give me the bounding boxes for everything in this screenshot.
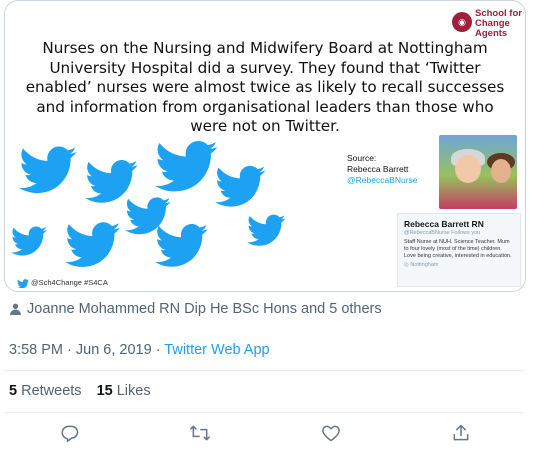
twitter-birds-illustration — [11, 140, 286, 267]
twitter-bird-icon — [17, 279, 29, 289]
tweet-timestamp: 3:58 PM · Jun 6, 2019 · Twitter Web App — [9, 342, 270, 358]
retweet-icon — [190, 425, 210, 441]
source-credit: Source: Rebecca Barrett @RebeccaBNurse — [347, 153, 437, 186]
tweet-image-card[interactable]: ◉ School for Change Agents Nurses on the… — [4, 0, 526, 292]
profile-location-text: Nottingham — [410, 262, 439, 268]
engagement-stats: 5 Retweets 15 Likes — [9, 383, 151, 399]
divider — [4, 412, 524, 413]
source-handle: @RebeccaBNurse — [347, 175, 418, 185]
profile-handle: @RebeccaBNurse Follows you — [404, 230, 481, 236]
slide-footer-tag: @Sch4Change #S4CA — [17, 278, 108, 289]
reply-button[interactable] — [58, 421, 82, 445]
logo-text: School for Change Agents — [475, 8, 522, 39]
profile-card: Rebecca Barrett RN @RebeccaBNurse Follow… — [397, 213, 521, 287]
liked-by-row[interactable]: Joanne Mohammed RN Dip He BSc Hons and 5… — [9, 301, 382, 317]
likes-count: 15 — [96, 383, 113, 399]
retweets-label: Retweets — [21, 383, 82, 399]
liked-by-text: Joanne Mohammed RN Dip He BSc Hons and 5… — [27, 301, 382, 317]
like-icon — [322, 425, 340, 442]
profile-location: ◎ Nottingham — [404, 262, 439, 268]
source-name: Rebecca Barrett — [347, 164, 409, 174]
photo-person2-face — [491, 159, 511, 183]
source-label: Source: — [347, 153, 377, 163]
profile-name: Rebecca Barrett RN — [404, 219, 484, 229]
share-icon — [453, 424, 469, 441]
school-for-change-agents-logo: ◉ School for Change Agents — [452, 9, 522, 41]
logo-emblem-icon: ◉ — [452, 12, 472, 32]
slide-headline: Nurses on the Nursing and Midwifery Boar… — [25, 39, 505, 136]
profile-photo — [439, 135, 517, 209]
like-button[interactable] — [319, 421, 343, 445]
retweet-button[interactable] — [188, 421, 212, 445]
timestamp-text[interactable]: 3:58 PM · Jun 6, 2019 · — [9, 342, 164, 358]
profile-bio: Staff Nurse at NUH. Science Teacher. Mum… — [404, 239, 512, 259]
footer-tag-text: @Sch4Change #S4CA — [31, 278, 108, 287]
divider — [4, 370, 524, 371]
retweets-count: 5 — [9, 383, 18, 399]
likes-stat[interactable]: 15 Likes — [97, 383, 151, 399]
share-button[interactable] — [449, 421, 473, 445]
person-icon — [10, 303, 21, 315]
likes-label: Likes — [116, 383, 151, 399]
action-bar — [0, 421, 533, 449]
reply-icon — [61, 425, 79, 443]
photo-person-face — [455, 155, 481, 183]
retweets-stat[interactable]: 5 Retweets — [9, 383, 82, 399]
source-app-link[interactable]: Twitter Web App — [164, 342, 269, 358]
